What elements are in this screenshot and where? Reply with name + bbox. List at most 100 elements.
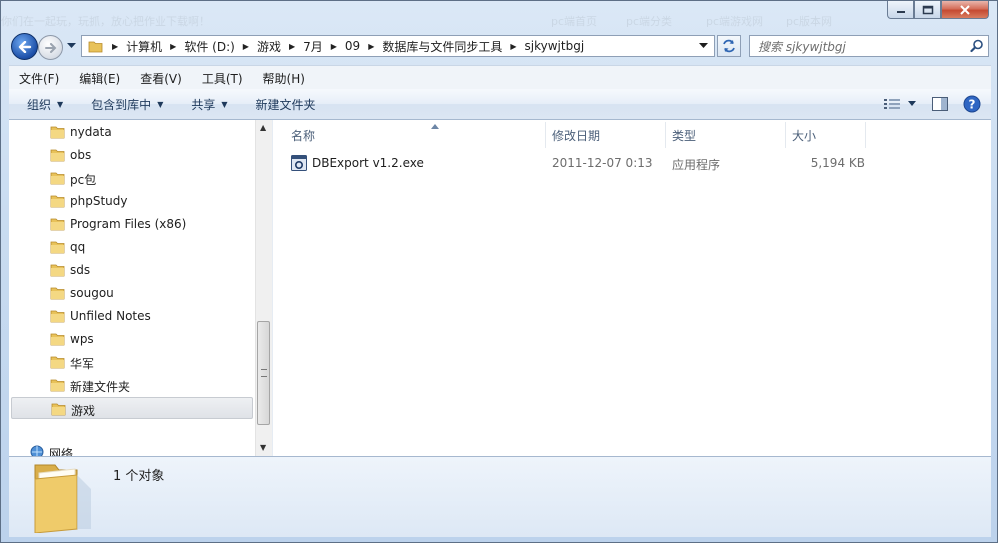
tree-item[interactable]: phpStudy — [9, 190, 255, 212]
breadcrumb-separator[interactable]: ▶ — [331, 42, 337, 51]
search-icon[interactable] — [970, 39, 984, 53]
breadcrumb-july[interactable]: ▶ 7月 — [281, 36, 323, 56]
menu-view[interactable]: 查看(V) — [130, 70, 192, 87]
change-view-button[interactable] — [881, 93, 921, 115]
forward-button[interactable] — [38, 35, 63, 60]
close-icon — [960, 4, 970, 15]
menu-tools[interactable]: 工具(T) — [192, 70, 253, 87]
column-header-size[interactable]: 大小 — [792, 124, 816, 146]
ghost-title-text: pc端首页 — [551, 15, 598, 28]
refresh-button[interactable] — [717, 35, 741, 57]
column-divider[interactable] — [545, 122, 546, 148]
menu-file[interactable]: 文件(F) — [9, 70, 69, 87]
file-list-pane: 名称 修改日期 类型 大小 DBExport v1.2.exe 2011-12-… — [273, 120, 991, 456]
breadcrumb-separator[interactable]: ▶ — [170, 42, 176, 51]
tree-item-selected[interactable]: 游戏 — [11, 397, 253, 419]
share-button[interactable]: 共享 ▼ — [177, 96, 241, 113]
tree-item[interactable]: sougou — [9, 282, 255, 304]
column-divider[interactable] — [865, 122, 866, 148]
breadcrumb-09[interactable]: ▶ 09 — [323, 36, 360, 56]
scroll-up-icon[interactable]: ▲ — [260, 123, 266, 132]
tree-item[interactable]: Program Files (x86) — [9, 213, 255, 235]
menu-help[interactable]: 帮助(H) — [253, 70, 315, 87]
large-folder-icon — [34, 464, 91, 533]
preview-pane-button[interactable] — [927, 93, 953, 115]
address-dropdown-icon[interactable] — [699, 43, 708, 49]
details-pane: 1 个对象 — [9, 456, 991, 537]
object-count: 1 个对象 — [113, 469, 165, 484]
svg-text:?: ? — [969, 98, 976, 112]
tree-item[interactable]: 华军 — [9, 351, 255, 373]
include-in-library-button[interactable]: 包含到库中 ▼ — [77, 96, 177, 113]
folder-icon — [50, 287, 65, 300]
command-bar-right: ? — [881, 89, 991, 119]
folder-icon — [50, 356, 65, 369]
tree-item[interactable]: obs — [9, 144, 255, 166]
column-header-type[interactable]: 类型 — [672, 124, 696, 146]
breadcrumb-games[interactable]: ▶ 游戏 — [235, 36, 281, 56]
breadcrumb-separator[interactable]: ▶ — [243, 42, 249, 51]
menu-bar: 文件(F) 编辑(E) 查看(V) 工具(T) 帮助(H) — [9, 65, 991, 90]
menu-edit[interactable]: 编辑(E) — [69, 70, 130, 87]
breadcrumb-current-folder[interactable]: ▶ sjkywjtbgj — [502, 36, 584, 56]
back-button[interactable] — [11, 33, 38, 60]
breadcrumb-separator[interactable]: ▶ — [289, 42, 295, 51]
network-icon — [30, 445, 44, 456]
breadcrumb-db-sync-tool[interactable]: ▶ 数据库与文件同步工具 — [360, 36, 502, 56]
back-arrow-icon — [18, 40, 31, 53]
search-input[interactable] — [756, 38, 960, 56]
scroll-down-icon[interactable]: ▼ — [260, 443, 266, 452]
close-button[interactable] — [941, 1, 989, 19]
help-button[interactable]: ? — [959, 93, 985, 115]
share-label: 共享 — [191, 97, 216, 112]
command-bar: 组织 ▼ 包含到库中 ▼ 共享 ▼ 新建文件夹 ? — [9, 89, 991, 120]
sort-ascending-icon — [431, 124, 439, 129]
chevron-down-icon: ▼ — [157, 99, 164, 109]
refresh-icon — [723, 39, 735, 53]
file-size: 5,194 KB — [810, 156, 865, 170]
column-divider[interactable] — [665, 122, 666, 148]
preview-pane-icon — [932, 97, 948, 111]
folder-icon — [50, 195, 65, 208]
explorer-window: 你们在一起玩，玩抓，放心把作业下载啊！ pc端首页 pc端分类 pc端游戏网 p… — [0, 0, 998, 543]
address-bar[interactable]: ▶ 计算机 ▶ 软件 (D:) ▶ 游戏 ▶ 7月 ▶ 09 ▶ 数据库与文件同步工具 ▶ s… — [81, 35, 715, 57]
file-modified: 2011-12-07 0:13 — [552, 156, 653, 170]
tree-item[interactable]: wps — [9, 328, 255, 350]
new-folder-button[interactable]: 新建文件夹 — [242, 96, 330, 113]
tree-item-network[interactable]: 网络 — [9, 441, 255, 456]
minimize-button[interactable] — [887, 1, 914, 19]
tree-item[interactable]: Unfiled Notes — [9, 305, 255, 327]
background-window-titles: 你们在一起玩，玩抓，放心把作业下载啊！ pc端首页 pc端分类 pc端游戏网 p… — [1, 1, 881, 33]
chevron-down-icon — [908, 101, 916, 106]
organize-label: 组织 — [27, 97, 52, 112]
tree-item[interactable]: qq — [9, 236, 255, 258]
tree-item[interactable]: sds — [9, 259, 255, 281]
navigation-bar: ▶ 计算机 ▶ 软件 (D:) ▶ 游戏 ▶ 7月 ▶ 09 ▶ 数据库与文件同步工具 ▶ s… — [1, 31, 998, 63]
scrollbar-thumb[interactable] — [257, 321, 270, 425]
navigation-pane-scrollbar[interactable]: ▲ ▼ — [255, 120, 272, 456]
minimize-icon — [896, 10, 905, 13]
column-header-name[interactable]: 名称 — [291, 124, 531, 146]
tree-item[interactable]: pc包 — [9, 167, 255, 189]
organize-button[interactable]: 组织 ▼ — [9, 96, 77, 113]
breadcrumb-computer[interactable]: ▶ 计算机 — [104, 36, 162, 56]
folder-icon — [50, 379, 65, 392]
breadcrumb-separator[interactable]: ▶ — [368, 42, 374, 51]
maximize-button[interactable] — [914, 1, 941, 19]
tree-item[interactable]: 新建文件夹 — [9, 374, 255, 396]
folder-icon — [50, 241, 65, 254]
scrollbar-grip — [261, 369, 267, 377]
folder-icon — [50, 149, 65, 162]
file-row[interactable]: DBExport v1.2.exe 2011-12-07 0:13 应用程序 5… — [289, 152, 869, 174]
search-box[interactable] — [749, 35, 989, 57]
breadcrumb-separator[interactable]: ▶ — [510, 42, 516, 51]
folder-icon — [50, 126, 65, 139]
recent-pages-dropdown-icon[interactable] — [67, 43, 76, 49]
maximize-icon — [922, 5, 933, 14]
breadcrumb-drive-d[interactable]: ▶ 软件 (D:) — [162, 36, 235, 56]
column-header-modified[interactable]: 修改日期 — [552, 124, 600, 146]
breadcrumb-separator[interactable]: ▶ — [112, 42, 118, 51]
ghost-title-text: pc版本网 — [786, 15, 833, 28]
tree-item[interactable]: nydata — [9, 121, 255, 143]
column-divider[interactable] — [785, 122, 786, 148]
